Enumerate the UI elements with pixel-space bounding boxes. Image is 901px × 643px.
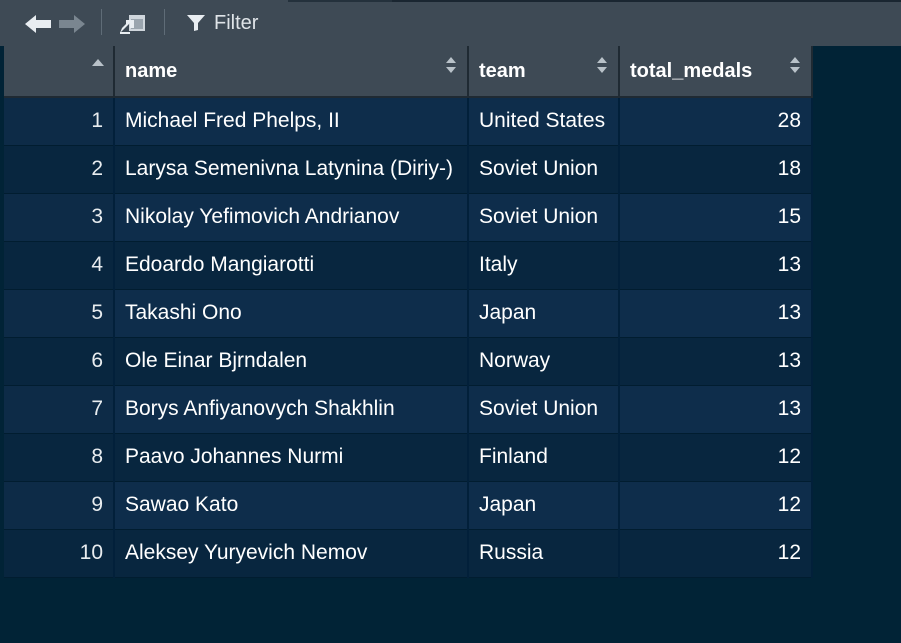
- cell-team[interactable]: Norway: [468, 337, 620, 386]
- cell-team[interactable]: Finland: [468, 433, 620, 482]
- cell-name[interactable]: Borys Anfiyanovych Shakhlin: [114, 385, 469, 434]
- viewer-toolbar: Filter: [0, 0, 901, 46]
- table-row[interactable]: 6 Ole Einar Bjrndalen Norway 13: [4, 337, 813, 386]
- cell-name[interactable]: Takashi Ono: [114, 289, 469, 338]
- row-number: 7: [4, 385, 115, 434]
- data-table: name team total_medals 1 Michael Fred Ph…: [4, 46, 813, 578]
- cell-total-medals[interactable]: 18: [619, 145, 813, 194]
- cell-total-medals[interactable]: 12: [619, 481, 813, 530]
- cell-total-medals[interactable]: 12: [619, 433, 813, 482]
- table-row[interactable]: 7 Borys Anfiyanovych Shakhlin Soviet Uni…: [4, 385, 813, 434]
- popout-window-icon[interactable]: [116, 11, 150, 37]
- toolbar-separator: [101, 9, 102, 35]
- column-header-team[interactable]: team: [468, 46, 620, 98]
- row-number: 3: [4, 193, 115, 242]
- cell-total-medals[interactable]: 13: [619, 289, 813, 338]
- filter-icon: [187, 15, 205, 31]
- cell-team[interactable]: Soviet Union: [468, 193, 620, 242]
- tab-edge: [288, 0, 392, 2]
- cell-total-medals[interactable]: 12: [619, 529, 813, 578]
- row-number: 5: [4, 289, 115, 338]
- cell-total-medals[interactable]: 13: [619, 385, 813, 434]
- cell-name[interactable]: Nikolay Yefimovich Andrianov: [114, 193, 469, 242]
- row-number: 1: [4, 97, 115, 146]
- tab-edge-right: [392, 0, 901, 2]
- table-row[interactable]: 1 Michael Fred Phelps, II United States …: [4, 97, 813, 146]
- filter-label: Filter: [214, 11, 259, 34]
- cell-name[interactable]: Edoardo Mangiarotti: [114, 241, 469, 290]
- cell-team[interactable]: Russia: [468, 529, 620, 578]
- cell-total-medals[interactable]: 28: [619, 97, 813, 146]
- column-header-total-medals[interactable]: total_medals: [619, 46, 813, 98]
- cell-team[interactable]: Soviet Union: [468, 145, 620, 194]
- cell-name[interactable]: Aleksey Yuryevich Nemov: [114, 529, 469, 578]
- cell-total-medals[interactable]: 13: [619, 241, 813, 290]
- column-header-label: name: [125, 59, 178, 82]
- forward-arrow-icon[interactable]: [56, 12, 88, 36]
- cell-name[interactable]: Sawao Kato: [114, 481, 469, 530]
- sort-icon: [790, 57, 800, 73]
- column-header-name[interactable]: name: [114, 46, 469, 98]
- cell-team[interactable]: United States: [468, 97, 620, 146]
- row-number: 2: [4, 145, 115, 194]
- row-number: 6: [4, 337, 115, 386]
- row-number: 9: [4, 481, 115, 530]
- table-row[interactable]: 10 Aleksey Yuryevich Nemov Russia 12: [4, 529, 813, 578]
- sort-icon: [597, 57, 607, 73]
- table-row[interactable]: 9 Sawao Kato Japan 12: [4, 481, 813, 530]
- back-arrow-icon[interactable]: [22, 12, 54, 36]
- cell-name[interactable]: Ole Einar Bjrndalen: [114, 337, 469, 386]
- table-row[interactable]: 4 Edoardo Mangiarotti Italy 13: [4, 241, 813, 290]
- column-header-rownum[interactable]: [4, 46, 115, 98]
- cell-total-medals[interactable]: 13: [619, 337, 813, 386]
- column-header-label: total_medals: [630, 59, 753, 82]
- column-header-label: team: [479, 59, 526, 82]
- cell-team[interactable]: Soviet Union: [468, 385, 620, 434]
- table-row[interactable]: 3 Nikolay Yefimovich Andrianov Soviet Un…: [4, 193, 813, 242]
- cell-team[interactable]: Italy: [468, 241, 620, 290]
- sort-ascending-icon: [92, 59, 104, 66]
- table-row[interactable]: 8 Paavo Johannes Nurmi Finland 12: [4, 433, 813, 482]
- toolbar-separator: [164, 9, 165, 35]
- table-row[interactable]: 2 Larysa Semenivna Latynina (Diriy-) Sov…: [4, 145, 813, 194]
- row-number: 4: [4, 241, 115, 290]
- cell-name[interactable]: Michael Fred Phelps, II: [114, 97, 469, 146]
- row-number: 8: [4, 433, 115, 482]
- header-row: name team total_medals: [4, 46, 813, 98]
- cell-team[interactable]: Japan: [468, 481, 620, 530]
- cell-team[interactable]: Japan: [468, 289, 620, 338]
- table-row[interactable]: 5 Takashi Ono Japan 13: [4, 289, 813, 338]
- row-number: 10: [4, 529, 115, 578]
- cell-name[interactable]: Larysa Semenivna Latynina (Diriy-): [114, 145, 469, 194]
- cell-total-medals[interactable]: 15: [619, 193, 813, 242]
- cell-name[interactable]: Paavo Johannes Nurmi: [114, 433, 469, 482]
- filter-button[interactable]: Filter: [186, 10, 258, 36]
- sort-icon: [446, 57, 456, 73]
